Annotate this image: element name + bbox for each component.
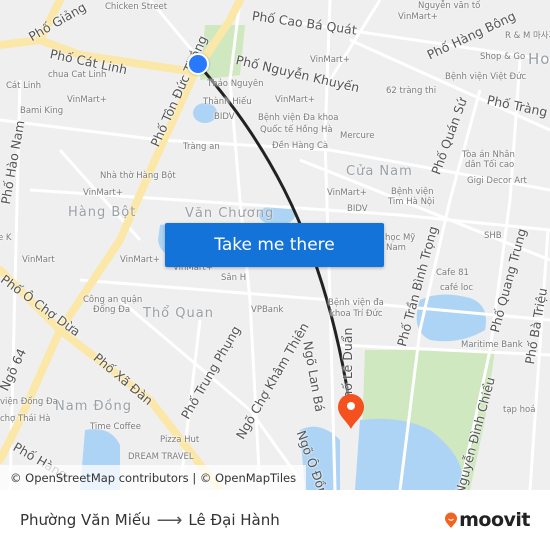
poi-label: DREAM TRAVEL	[128, 452, 194, 462]
poi-label: Bami King	[20, 106, 64, 116]
poi-label: học Mỹ	[385, 233, 416, 243]
poi-label: VinMart+	[398, 12, 438, 22]
poi-label: khoa Trí Đức	[330, 309, 383, 319]
poi-label: Shop & Go	[480, 52, 526, 62]
poi-label: R & M 마사지	[505, 31, 550, 41]
moovit-pin-icon	[445, 512, 458, 528]
brand-name: moovit	[459, 509, 530, 531]
poi-label: Đống Đa	[93, 305, 131, 315]
poi-label: Bệnh viện Đa khoa	[258, 113, 339, 123]
route-summary: Phường Văn Miếu ⟶ Lê Đại Hành	[20, 510, 280, 531]
district-label: Cửa Nam	[346, 164, 413, 179]
poi-label: Bệnh viện	[391, 187, 434, 197]
poi-label: SHB	[484, 231, 502, 241]
poi-label: VinMart	[22, 255, 55, 265]
arrow-right-icon: ⟶	[156, 509, 183, 531]
origin-name: Phường Văn Miếu	[20, 511, 151, 529]
district-label: Nam Đồng	[55, 399, 133, 414]
poi-label: Quốc tế Hồng Hà	[260, 125, 333, 135]
poi-label: VPBank	[251, 305, 284, 315]
poi-label: Cafe 81	[436, 268, 469, 278]
destination-name: Lê Đại Hành	[188, 511, 280, 529]
district-label: Thổ Quan	[143, 306, 214, 321]
map-attribution[interactable]: © OpenStreetMap contributors | © OpenMap…	[0, 465, 307, 490]
poi-label: chợ Thái Hà	[0, 414, 51, 424]
poi-label: BIDV	[347, 204, 368, 214]
poi-label: Thành Hiếu	[203, 97, 252, 107]
poi-label: dân Tối cao	[465, 160, 515, 170]
poi-label: VinMart+	[120, 255, 160, 265]
poi-label: Thảo Nguyên	[207, 79, 264, 89]
poi-label: Mercure	[340, 131, 375, 141]
poi-label: Cát Linh	[6, 81, 42, 91]
poi-label: Nguyễn văn tố	[418, 1, 481, 11]
poi-label: VinMart+	[310, 55, 350, 65]
poi-label: Công an quận	[83, 295, 143, 305]
destination-pin-icon[interactable]	[336, 392, 366, 430]
poi-label: e K	[0, 233, 12, 243]
poi-label: Nam	[386, 243, 406, 253]
district-label: Hoa	[528, 50, 550, 68]
poi-label: Sân H	[221, 273, 247, 283]
poi-label: Time Coffee	[90, 422, 141, 432]
poi-label: Tim Hà Nội	[388, 197, 435, 207]
poi-label: VinMart+	[83, 188, 123, 198]
poi-label: Tràng an	[183, 142, 220, 152]
poi-label: tạp hoá	[503, 405, 536, 415]
poi-label: café loc	[440, 283, 474, 293]
poi-label: VinMart+	[327, 188, 367, 198]
poi-label: Pizza Hut	[160, 435, 200, 445]
poi-label: BIDV	[214, 112, 235, 122]
poi-label: Maritime Bank	[461, 340, 523, 350]
poi-label: VinMart+	[67, 95, 107, 105]
footer-bar: Phường Văn Miếu ⟶ Lê Đại Hành moovit	[0, 490, 550, 550]
poi-label: Đền Hàng Cà	[272, 141, 329, 151]
poi-label: 62 tràng thi	[386, 86, 437, 96]
moovit-logo: moovit	[444, 509, 530, 531]
poi-label: Nhà thờ Hàng Bột	[100, 171, 176, 181]
poi-label: Bệnh viện đa	[328, 298, 384, 308]
poi-label: Gigi Decor Art	[467, 176, 527, 186]
poi-label: viện Đống Đa	[0, 397, 58, 407]
map[interactable]: Phố Giảng Phố Cát Linh Phố Tôn Đức Thắng…	[0, 0, 550, 490]
origin-marker[interactable]	[187, 53, 209, 75]
poi-label: VinMart+	[275, 95, 315, 105]
district-label: Văn Chương	[185, 206, 275, 221]
district-label: Hàng Bột	[68, 205, 137, 220]
poi-label: chua Cat Linh	[48, 70, 107, 80]
take-me-there-button[interactable]: Take me there	[165, 223, 384, 267]
poi-label: Tòa án Nhân	[462, 150, 515, 160]
poi-label: Bệnh viện Việt Đức	[445, 72, 527, 82]
poi-label: Chicken Street	[105, 2, 168, 12]
